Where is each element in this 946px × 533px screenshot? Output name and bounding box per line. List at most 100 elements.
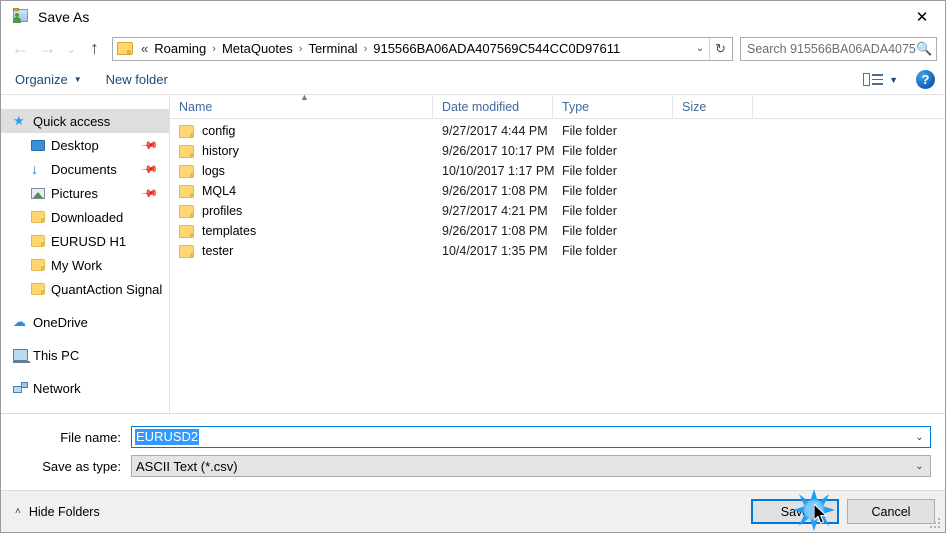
file-name-value: EURUSD2: [135, 429, 200, 445]
save-as-type-value: ASCII Text (*.csv): [136, 458, 238, 474]
column-header-size[interactable]: Size: [673, 94, 753, 119]
folder-icon: [31, 211, 51, 223]
sidebar-item-my-work[interactable]: My Work: [1, 253, 169, 277]
breadcrumb-item-terminal[interactable]: Terminal: [304, 40, 361, 57]
sidebar-item-label: QuantAction Signal: [51, 281, 163, 297]
cancel-button[interactable]: Cancel: [847, 499, 935, 524]
close-icon[interactable]: ✕: [899, 1, 945, 32]
save-as-icon: [11, 8, 29, 25]
sidebar-item-label: This PC: [33, 347, 80, 363]
file-date: 9/26/2017 10:17 PM: [442, 144, 555, 158]
recent-locations-button[interactable]: ⌄: [61, 36, 81, 62]
sidebar-item-label: Quick access: [33, 113, 111, 129]
sidebar-item-network[interactable]: Network: [1, 376, 169, 400]
refresh-icon[interactable]: ↻: [709, 37, 731, 60]
column-header-date-modified[interactable]: Date modified: [433, 94, 553, 119]
sidebar-item-eurusd-h1[interactable]: EURUSD H1: [1, 229, 169, 253]
resize-grip-icon[interactable]: [930, 518, 942, 530]
table-row[interactable]: tester 10/4/2017 1:35 PM File folder: [170, 241, 945, 261]
sidebar-item-quantaction-signal[interactable]: QuantAction Signal: [1, 277, 169, 301]
title-bar: Save As ✕: [1, 1, 945, 32]
chevron-down-icon: ▼: [73, 75, 82, 84]
file-name-cell: profiles: [170, 204, 433, 218]
file-name-cell: templates: [170, 224, 433, 238]
save-form: File name: EURUSD2 ⌄ Save as type: ASCII…: [1, 414, 945, 490]
file-date: 9/27/2017 4:21 PM: [442, 204, 548, 218]
save-button[interactable]: Save: [751, 499, 839, 524]
folder-icon: [31, 235, 51, 247]
file-name-field-wrap: EURUSD2 ⌄: [131, 426, 931, 448]
file-date: 9/27/2017 4:44 PM: [442, 124, 548, 138]
pin-icon[interactable]: 📌: [141, 160, 160, 178]
help-icon[interactable]: ?: [916, 70, 935, 89]
forward-button[interactable]: →: [34, 36, 61, 62]
save-as-type-select[interactable]: ASCII Text (*.csv) ⌄: [131, 455, 931, 477]
sidebar-item-quick-access[interactable]: ★ Quick access: [1, 109, 169, 133]
chevron-down-icon[interactable]: ⌄: [910, 432, 929, 443]
table-row[interactable]: config 9/27/2017 4:44 PM File folder: [170, 121, 945, 141]
file-name: logs: [202, 164, 225, 178]
file-name-row: File name: EURUSD2 ⌄: [15, 426, 931, 448]
folder-icon: [31, 259, 51, 271]
organize-button[interactable]: Organize ▼: [15, 72, 82, 87]
file-name-cell: config: [170, 124, 433, 138]
folder-icon: [31, 283, 51, 295]
pin-icon[interactable]: 📌: [141, 184, 160, 202]
folder-icon: [179, 184, 194, 198]
file-type: File folder: [562, 204, 617, 218]
file-type: File folder: [562, 244, 617, 258]
file-type: File folder: [562, 144, 617, 158]
dialog-body: ★ Quick access Desktop 📌 ↓ Documents 📌 P…: [1, 92, 945, 414]
table-row[interactable]: logs 10/10/2017 1:17 PM File folder: [170, 161, 945, 181]
file-name-cell: logs: [170, 164, 433, 178]
file-date: 10/10/2017 1:17 PM: [442, 164, 555, 178]
address-bar[interactable]: « Roaming › MetaQuotes › Terminal › 9155…: [112, 36, 733, 61]
file-name-input[interactable]: EURUSD2 ⌄: [131, 426, 931, 448]
folder-icon: [179, 244, 194, 258]
star-icon: ★: [13, 113, 25, 128]
file-name: config: [202, 124, 236, 138]
new-folder-button[interactable]: New folder: [106, 72, 168, 87]
navigation-bar: ← → ⌄ ↑ « Roaming › MetaQuotes › Termina…: [1, 32, 945, 65]
window-title: Save As: [38, 8, 90, 25]
file-name: profiles: [202, 204, 243, 218]
chevron-down-icon[interactable]: ⌄: [691, 43, 709, 54]
sidebar-item-label: Desktop: [51, 137, 99, 153]
breadcrumb-item-metaquotes[interactable]: MetaQuotes: [218, 40, 297, 57]
table-row[interactable]: templates 9/26/2017 1:08 PM File folder: [170, 221, 945, 241]
dialog-footer: ˄ Hide Folders Save Cancel: [1, 490, 945, 532]
hide-folders-button[interactable]: ˄ Hide Folders: [15, 505, 100, 519]
table-row[interactable]: profiles 9/27/2017 4:21 PM File folder: [170, 201, 945, 221]
file-type: File folder: [562, 124, 617, 138]
sidebar-item-downloaded[interactable]: Downloaded: [1, 205, 169, 229]
folder-icon: [179, 224, 194, 238]
breadcrumb-separator[interactable]: ›: [362, 43, 370, 55]
organize-label: Organize: [15, 72, 68, 87]
folder-icon: [117, 42, 133, 55]
breadcrumb-item-roaming[interactable]: Roaming: [150, 40, 210, 57]
sidebar-item-desktop[interactable]: Desktop 📌: [1, 133, 169, 157]
up-button[interactable]: ↑: [81, 36, 108, 62]
save-as-dialog: Save As ✕ ← → ⌄ ↑ « Roaming › MetaQuotes…: [0, 0, 946, 533]
chevron-down-icon[interactable]: ▼: [889, 75, 898, 85]
sidebar-item-pictures[interactable]: Pictures 📌: [1, 181, 169, 205]
sidebar-item-onedrive[interactable]: ☁ OneDrive: [1, 310, 169, 334]
sidebar-item-this-pc[interactable]: This PC: [1, 343, 169, 367]
table-row[interactable]: history 9/26/2017 10:17 PM File folder: [170, 141, 945, 161]
column-header-type[interactable]: Type: [553, 94, 673, 119]
breadcrumb-separator[interactable]: ›: [297, 43, 305, 55]
footer-buttons: Save Cancel: [751, 499, 935, 524]
file-name: MQL4: [202, 184, 237, 198]
chevron-down-icon[interactable]: ⌄: [910, 461, 929, 472]
table-row[interactable]: MQL4 9/26/2017 1:08 PM File folder: [170, 181, 945, 201]
desktop-icon: [31, 139, 51, 151]
search-input[interactable]: Search 915566BA06ADA40756... 🔍: [740, 36, 937, 61]
breadcrumb-item-terminal-id[interactable]: 915566BA06ADA407569C544CC0D97611: [369, 40, 624, 57]
sidebar-item-documents[interactable]: ↓ Documents 📌: [1, 157, 169, 181]
file-name-cell: MQL4: [170, 184, 433, 198]
back-button[interactable]: ←: [7, 36, 34, 62]
breadcrumb-separator[interactable]: ›: [210, 43, 218, 55]
search-placeholder: Search 915566BA06ADA40756...: [747, 41, 916, 56]
view-layout-icon[interactable]: [863, 72, 884, 87]
pin-icon[interactable]: 📌: [141, 136, 160, 154]
